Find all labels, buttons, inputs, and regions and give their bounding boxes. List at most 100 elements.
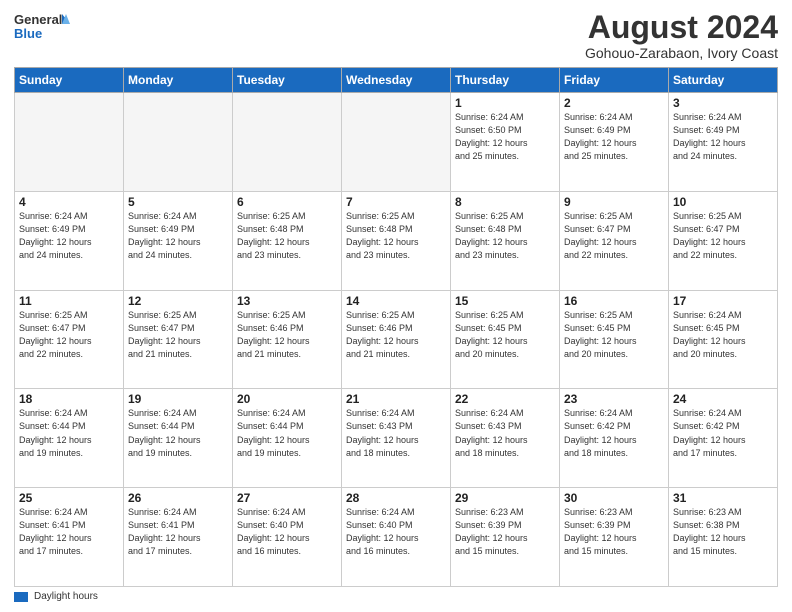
day-info: Sunrise: 6:24 AM Sunset: 6:49 PM Dayligh… bbox=[19, 210, 119, 262]
day-info: Sunrise: 6:24 AM Sunset: 6:43 PM Dayligh… bbox=[455, 407, 555, 459]
calendar-cell: 1Sunrise: 6:24 AM Sunset: 6:50 PM Daylig… bbox=[451, 93, 560, 192]
calendar-cell: 5Sunrise: 6:24 AM Sunset: 6:49 PM Daylig… bbox=[124, 191, 233, 290]
calendar-cell: 22Sunrise: 6:24 AM Sunset: 6:43 PM Dayli… bbox=[451, 389, 560, 488]
dow-header: Tuesday bbox=[233, 68, 342, 93]
day-number: 16 bbox=[564, 294, 664, 308]
day-number: 17 bbox=[673, 294, 773, 308]
day-info: Sunrise: 6:24 AM Sunset: 6:44 PM Dayligh… bbox=[19, 407, 119, 459]
day-number: 5 bbox=[128, 195, 228, 209]
day-number: 7 bbox=[346, 195, 446, 209]
dow-header: Saturday bbox=[669, 68, 778, 93]
day-info: Sunrise: 6:25 AM Sunset: 6:48 PM Dayligh… bbox=[237, 210, 337, 262]
day-info: Sunrise: 6:23 AM Sunset: 6:39 PM Dayligh… bbox=[455, 506, 555, 558]
calendar-cell: 16Sunrise: 6:25 AM Sunset: 6:45 PM Dayli… bbox=[560, 290, 669, 389]
calendar-cell bbox=[342, 93, 451, 192]
calendar-cell: 6Sunrise: 6:25 AM Sunset: 6:48 PM Daylig… bbox=[233, 191, 342, 290]
calendar-week-row: 18Sunrise: 6:24 AM Sunset: 6:44 PM Dayli… bbox=[15, 389, 778, 488]
day-info: Sunrise: 6:23 AM Sunset: 6:38 PM Dayligh… bbox=[673, 506, 773, 558]
page-header: General Blue August 2024 Gohouo-Zarabaon… bbox=[14, 10, 778, 61]
day-number: 26 bbox=[128, 491, 228, 505]
day-number: 3 bbox=[673, 96, 773, 110]
day-info: Sunrise: 6:25 AM Sunset: 6:48 PM Dayligh… bbox=[346, 210, 446, 262]
day-info: Sunrise: 6:25 AM Sunset: 6:46 PM Dayligh… bbox=[346, 309, 446, 361]
legend-label: Daylight hours bbox=[34, 591, 98, 602]
day-info: Sunrise: 6:24 AM Sunset: 6:41 PM Dayligh… bbox=[128, 506, 228, 558]
day-number: 29 bbox=[455, 491, 555, 505]
day-info: Sunrise: 6:25 AM Sunset: 6:47 PM Dayligh… bbox=[128, 309, 228, 361]
day-info: Sunrise: 6:24 AM Sunset: 6:49 PM Dayligh… bbox=[564, 111, 664, 163]
day-number: 21 bbox=[346, 392, 446, 406]
calendar-week-row: 25Sunrise: 6:24 AM Sunset: 6:41 PM Dayli… bbox=[15, 488, 778, 587]
day-info: Sunrise: 6:25 AM Sunset: 6:47 PM Dayligh… bbox=[19, 309, 119, 361]
day-info: Sunrise: 6:25 AM Sunset: 6:47 PM Dayligh… bbox=[673, 210, 773, 262]
calendar-cell: 26Sunrise: 6:24 AM Sunset: 6:41 PM Dayli… bbox=[124, 488, 233, 587]
calendar-cell: 14Sunrise: 6:25 AM Sunset: 6:46 PM Dayli… bbox=[342, 290, 451, 389]
day-info: Sunrise: 6:24 AM Sunset: 6:44 PM Dayligh… bbox=[128, 407, 228, 459]
calendar-cell: 12Sunrise: 6:25 AM Sunset: 6:47 PM Dayli… bbox=[124, 290, 233, 389]
calendar-cell: 29Sunrise: 6:23 AM Sunset: 6:39 PM Dayli… bbox=[451, 488, 560, 587]
day-info: Sunrise: 6:24 AM Sunset: 6:42 PM Dayligh… bbox=[673, 407, 773, 459]
day-info: Sunrise: 6:24 AM Sunset: 6:44 PM Dayligh… bbox=[237, 407, 337, 459]
day-info: Sunrise: 6:24 AM Sunset: 6:40 PM Dayligh… bbox=[237, 506, 337, 558]
calendar-week-row: 11Sunrise: 6:25 AM Sunset: 6:47 PM Dayli… bbox=[15, 290, 778, 389]
day-number: 30 bbox=[564, 491, 664, 505]
calendar-cell: 3Sunrise: 6:24 AM Sunset: 6:49 PM Daylig… bbox=[669, 93, 778, 192]
logo: General Blue bbox=[14, 10, 70, 46]
dow-header: Sunday bbox=[15, 68, 124, 93]
day-info: Sunrise: 6:25 AM Sunset: 6:47 PM Dayligh… bbox=[564, 210, 664, 262]
day-number: 14 bbox=[346, 294, 446, 308]
day-number: 27 bbox=[237, 491, 337, 505]
day-info: Sunrise: 6:25 AM Sunset: 6:46 PM Dayligh… bbox=[237, 309, 337, 361]
day-info: Sunrise: 6:24 AM Sunset: 6:49 PM Dayligh… bbox=[673, 111, 773, 163]
day-number: 6 bbox=[237, 195, 337, 209]
day-info: Sunrise: 6:24 AM Sunset: 6:41 PM Dayligh… bbox=[19, 506, 119, 558]
day-number: 2 bbox=[564, 96, 664, 110]
calendar-cell: 21Sunrise: 6:24 AM Sunset: 6:43 PM Dayli… bbox=[342, 389, 451, 488]
calendar-cell: 23Sunrise: 6:24 AM Sunset: 6:42 PM Dayli… bbox=[560, 389, 669, 488]
logo-svg: General Blue bbox=[14, 10, 70, 46]
day-number: 13 bbox=[237, 294, 337, 308]
calendar-cell: 24Sunrise: 6:24 AM Sunset: 6:42 PM Dayli… bbox=[669, 389, 778, 488]
calendar-cell: 20Sunrise: 6:24 AM Sunset: 6:44 PM Dayli… bbox=[233, 389, 342, 488]
calendar-cell: 30Sunrise: 6:23 AM Sunset: 6:39 PM Dayli… bbox=[560, 488, 669, 587]
day-number: 28 bbox=[346, 491, 446, 505]
calendar-cell: 25Sunrise: 6:24 AM Sunset: 6:41 PM Dayli… bbox=[15, 488, 124, 587]
day-number: 12 bbox=[128, 294, 228, 308]
day-info: Sunrise: 6:25 AM Sunset: 6:48 PM Dayligh… bbox=[455, 210, 555, 262]
calendar-cell: 9Sunrise: 6:25 AM Sunset: 6:47 PM Daylig… bbox=[560, 191, 669, 290]
calendar-cell: 15Sunrise: 6:25 AM Sunset: 6:45 PM Dayli… bbox=[451, 290, 560, 389]
calendar-cell: 18Sunrise: 6:24 AM Sunset: 6:44 PM Dayli… bbox=[15, 389, 124, 488]
day-info: Sunrise: 6:23 AM Sunset: 6:39 PM Dayligh… bbox=[564, 506, 664, 558]
day-info: Sunrise: 6:24 AM Sunset: 6:50 PM Dayligh… bbox=[455, 111, 555, 163]
calendar-cell bbox=[124, 93, 233, 192]
subtitle: Gohouo-Zarabaon, Ivory Coast bbox=[585, 45, 778, 61]
calendar-cell: 13Sunrise: 6:25 AM Sunset: 6:46 PM Dayli… bbox=[233, 290, 342, 389]
day-info: Sunrise: 6:24 AM Sunset: 6:49 PM Dayligh… bbox=[128, 210, 228, 262]
day-number: 24 bbox=[673, 392, 773, 406]
calendar-cell: 27Sunrise: 6:24 AM Sunset: 6:40 PM Dayli… bbox=[233, 488, 342, 587]
calendar-cell: 7Sunrise: 6:25 AM Sunset: 6:48 PM Daylig… bbox=[342, 191, 451, 290]
day-info: Sunrise: 6:24 AM Sunset: 6:45 PM Dayligh… bbox=[673, 309, 773, 361]
day-number: 18 bbox=[19, 392, 119, 406]
day-number: 8 bbox=[455, 195, 555, 209]
day-info: Sunrise: 6:24 AM Sunset: 6:43 PM Dayligh… bbox=[346, 407, 446, 459]
calendar-cell: 11Sunrise: 6:25 AM Sunset: 6:47 PM Dayli… bbox=[15, 290, 124, 389]
calendar-cell: 17Sunrise: 6:24 AM Sunset: 6:45 PM Dayli… bbox=[669, 290, 778, 389]
day-of-week-row: SundayMondayTuesdayWednesdayThursdayFrid… bbox=[15, 68, 778, 93]
day-info: Sunrise: 6:24 AM Sunset: 6:42 PM Dayligh… bbox=[564, 407, 664, 459]
day-number: 19 bbox=[128, 392, 228, 406]
day-number: 25 bbox=[19, 491, 119, 505]
main-title: August 2024 bbox=[585, 10, 778, 45]
calendar-cell: 10Sunrise: 6:25 AM Sunset: 6:47 PM Dayli… bbox=[669, 191, 778, 290]
day-number: 20 bbox=[237, 392, 337, 406]
legend: Daylight hours bbox=[14, 591, 778, 602]
title-block: August 2024 Gohouo-Zarabaon, Ivory Coast bbox=[585, 10, 778, 61]
calendar-cell bbox=[233, 93, 342, 192]
calendar-cell: 8Sunrise: 6:25 AM Sunset: 6:48 PM Daylig… bbox=[451, 191, 560, 290]
calendar-cell: 2Sunrise: 6:24 AM Sunset: 6:49 PM Daylig… bbox=[560, 93, 669, 192]
day-number: 10 bbox=[673, 195, 773, 209]
dow-header: Friday bbox=[560, 68, 669, 93]
day-number: 22 bbox=[455, 392, 555, 406]
day-number: 11 bbox=[19, 294, 119, 308]
calendar-cell bbox=[15, 93, 124, 192]
